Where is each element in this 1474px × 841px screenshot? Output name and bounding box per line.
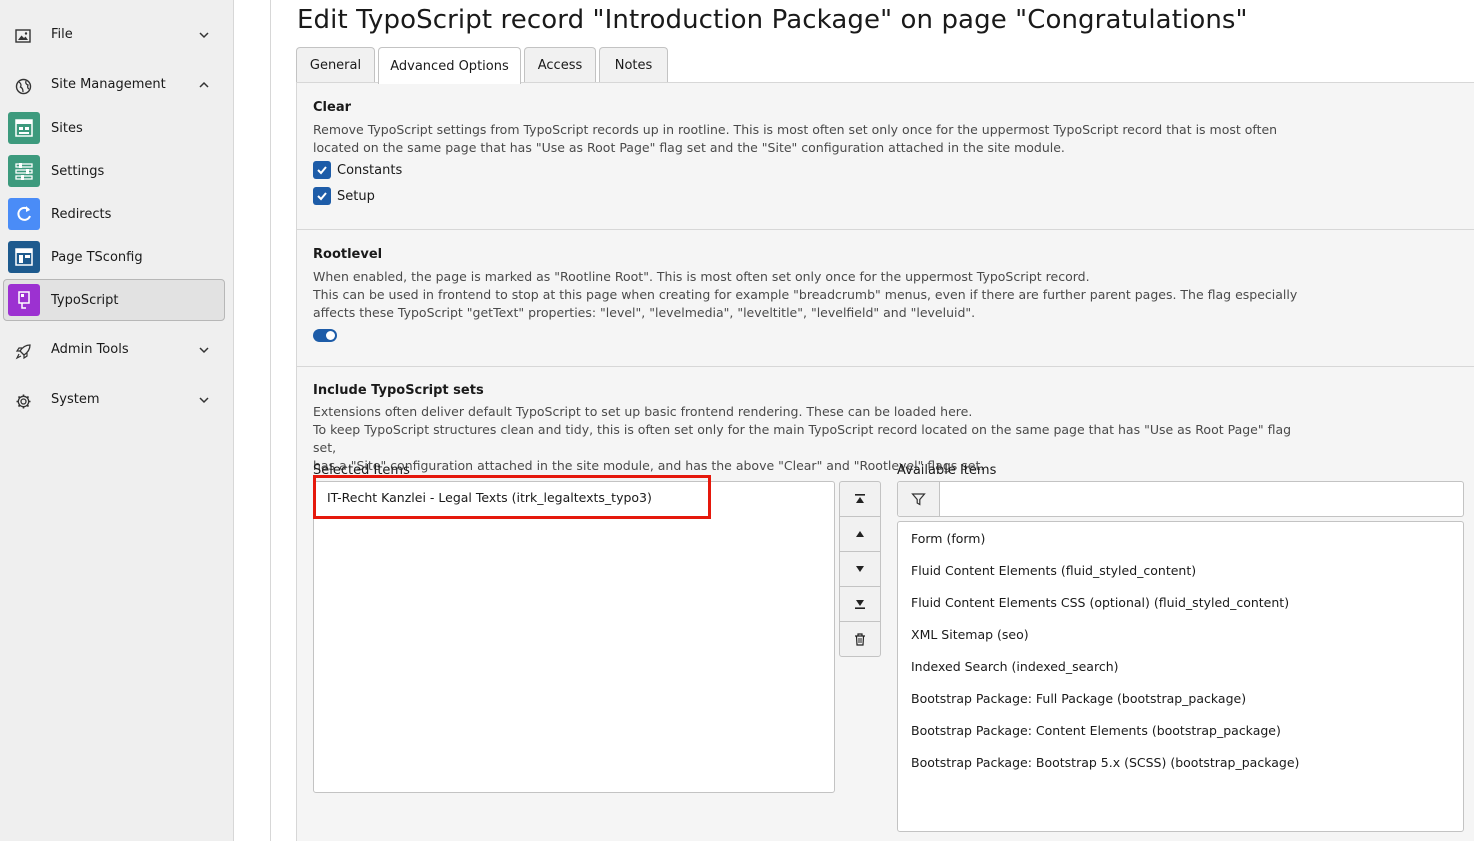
sidebar-item-label: Redirects <box>51 207 112 222</box>
move-up-icon <box>856 531 864 537</box>
rootlevel-toggle[interactable] <box>313 329 337 342</box>
move-up-button[interactable] <box>840 517 880 552</box>
tab-panel: Clear Remove TypoScript settings from Ty… <box>296 82 1474 841</box>
redirects-module-icon <box>8 198 40 230</box>
chevron-down-icon <box>199 397 209 404</box>
move-to-top-icon <box>855 494 865 503</box>
include-description: Extensions often deliver default TypoScr… <box>313 403 1313 475</box>
desc-line: located on the same page that has "Use a… <box>313 140 1065 155</box>
remove-button[interactable] <box>840 622 880 657</box>
desc-line: To keep TypoScript structures clean and … <box>313 422 1292 455</box>
include-title: Include TypoScript sets <box>313 383 484 398</box>
available-item[interactable]: Fluid Content Elements (fluid_styled_con… <box>911 563 1196 578</box>
main-content: Edit TypoScript record "Introduction Pac… <box>234 0 1474 841</box>
tab-advanced-options[interactable]: Advanced Options <box>378 47 521 84</box>
filter-input[interactable] <box>941 482 1461 516</box>
available-item[interactable]: Bootstrap Package: Full Package (bootstr… <box>911 691 1246 706</box>
available-item[interactable]: Bootstrap Package: Bootstrap 5.x (SCSS) … <box>911 755 1299 770</box>
trash-icon <box>855 633 865 646</box>
available-items-label: Available Items <box>897 463 997 478</box>
desc-line: Remove TypoScript settings from TypoScri… <box>313 122 1278 137</box>
selected-items-list[interactable]: IT-Recht Kanzlei - Legal Texts (itrk_leg… <box>313 481 835 793</box>
module-sidebar: File Site Management Sites Settings Redi… <box>0 0 234 841</box>
sidebar-item-page-tsconfig[interactable]: Page TSconfig <box>3 236 225 278</box>
move-to-bottom-button[interactable] <box>840 587 880 622</box>
tab-general[interactable]: General <box>296 47 375 83</box>
move-down-button[interactable] <box>840 552 880 587</box>
setup-label: Setup <box>337 188 375 204</box>
highlight-box <box>313 475 711 519</box>
available-item[interactable]: Bootstrap Package: Content Elements (boo… <box>911 723 1281 738</box>
sidebar-item-label: TypoScript <box>51 293 119 308</box>
nav-group-system[interactable]: System <box>0 380 234 420</box>
selection-controls <box>839 481 881 657</box>
move-down-icon <box>856 566 864 572</box>
desc-line: has a "Site" configuration attached in t… <box>313 458 985 473</box>
page-tsconfig-module-icon <box>8 241 40 273</box>
available-item[interactable]: Indexed Search (indexed_search) <box>911 659 1119 674</box>
constants-checkbox[interactable] <box>313 161 331 179</box>
clear-section: Clear Remove TypoScript settings from Ty… <box>297 83 1474 230</box>
move-to-top-button[interactable] <box>840 482 880 517</box>
chevron-down-icon <box>199 347 209 354</box>
image-icon <box>14 27 32 45</box>
page-title: Edit TypoScript record "Introduction Pac… <box>297 5 1248 35</box>
desc-line: When enabled, the page is marked as "Roo… <box>313 269 1090 284</box>
tab-notes[interactable]: Notes <box>599 47 668 83</box>
page-tree-gutter <box>234 0 271 841</box>
desc-line: Extensions often deliver default TypoScr… <box>313 404 973 419</box>
rocket-icon <box>14 342 32 360</box>
nav-group-label: Site Management <box>51 77 166 92</box>
nav-group-label: File <box>51 27 73 42</box>
clear-description: Remove TypoScript settings from TypoScri… <box>313 121 1303 157</box>
sidebar-item-redirects[interactable]: Redirects <box>3 193 225 235</box>
available-items-filter <box>897 481 1464 517</box>
sidebar-item-label: Settings <box>51 164 105 179</box>
constants-checkbox-row[interactable]: Constants <box>313 161 402 179</box>
available-item[interactable]: Fluid Content Elements CSS (optional) (f… <box>911 595 1289 610</box>
nav-group-file[interactable]: File <box>0 15 234 55</box>
setup-checkbox[interactable] <box>313 187 331 205</box>
sidebar-item-label: Page TSconfig <box>51 250 143 265</box>
desc-line: This can be used in frontend to stop at … <box>313 287 1298 302</box>
nav-group-label: Admin Tools <box>51 342 129 357</box>
rootlevel-section: Rootlevel When enabled, the page is mark… <box>297 230 1474 367</box>
gear-icon <box>14 392 32 410</box>
sidebar-item-sites[interactable]: Sites <box>3 107 225 149</box>
chevron-down-icon <box>199 32 209 39</box>
available-item[interactable]: Form (form) <box>911 531 985 546</box>
chevron-up-icon <box>199 81 209 88</box>
desc-line: affects these TypoScript "getText" prope… <box>313 305 976 320</box>
typoscript-module-icon <box>8 284 40 316</box>
settings-module-icon <box>8 155 40 187</box>
setup-checkbox-row[interactable]: Setup <box>313 187 375 205</box>
globe-icon <box>14 77 32 95</box>
sidebar-item-typoscript[interactable]: TypoScript <box>3 279 225 321</box>
available-item[interactable]: XML Sitemap (seo) <box>911 627 1029 642</box>
tab-access[interactable]: Access <box>524 47 596 83</box>
nav-group-label: System <box>51 392 100 407</box>
sidebar-item-settings[interactable]: Settings <box>3 150 225 192</box>
available-items-list[interactable]: Form (form) Fluid Content Elements (flui… <box>897 521 1464 832</box>
constants-label: Constants <box>337 162 403 178</box>
rootlevel-title: Rootlevel <box>313 247 383 262</box>
filter-icon <box>898 482 940 516</box>
checkmark-icon <box>317 166 327 175</box>
nav-group-admin-tools[interactable]: Admin Tools <box>0 330 234 370</box>
nav-group-site-management[interactable]: Site Management <box>0 65 234 105</box>
rootlevel-description: When enabled, the page is marked as "Roo… <box>313 268 1303 322</box>
clear-title: Clear <box>313 100 351 115</box>
checkmark-icon <box>317 192 327 201</box>
move-to-bottom-icon <box>855 600 865 609</box>
sites-module-icon <box>8 112 40 144</box>
sidebar-item-label: Sites <box>51 121 83 136</box>
